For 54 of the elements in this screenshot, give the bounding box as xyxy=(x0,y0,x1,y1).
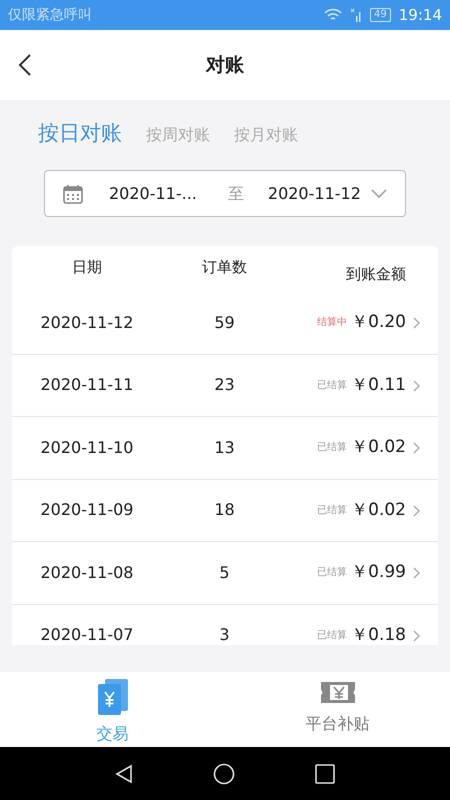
calendar-icon xyxy=(63,184,83,204)
amount: ￥0.99 xyxy=(351,561,406,584)
table-row[interactable]: 2020-11-12 59 结算中 ￥0.20 xyxy=(12,292,438,354)
table-row[interactable]: 2020-11-11 23 已结算 ￥0.11 xyxy=(12,354,438,417)
order-count: 13 xyxy=(214,438,235,457)
home-nav-icon[interactable] xyxy=(213,762,235,784)
date-cell: 2020-11-07 xyxy=(40,625,134,644)
date-cell: 2020-11-08 xyxy=(40,562,134,582)
table-row[interactable]: 2020-11-07 3 已结算 ￥0.18 xyxy=(12,604,438,645)
recents-nav-icon[interactable] xyxy=(315,764,335,784)
chevron-right-icon xyxy=(413,567,420,579)
order-count: 18 xyxy=(214,500,235,520)
order-count: 59 xyxy=(214,312,235,332)
date-range-field[interactable]: 2020-11-... 至 2020-11-12 xyxy=(44,170,406,217)
clock-time: 19:14 xyxy=(398,4,442,26)
column-header: 订单数 xyxy=(202,258,247,276)
date-cell: 2020-11-09 xyxy=(40,500,134,520)
order-count: 5 xyxy=(219,562,230,582)
amount: ￥0.02 xyxy=(351,436,406,459)
chevron-right-icon xyxy=(413,442,420,454)
page-title: 对账 xyxy=(206,54,244,76)
table-row[interactable]: 2020-11-08 5 已结算 ￥0.99 xyxy=(12,542,438,604)
settlement-status: 结算中 xyxy=(317,316,348,330)
battery-level: 49 xyxy=(370,8,391,22)
order-count: 3 xyxy=(219,625,230,644)
table-row[interactable]: 2020-11-09 18 已结算 ￥0.02 xyxy=(12,480,438,542)
chevron-right-icon xyxy=(413,504,420,516)
amount: ￥0.02 xyxy=(351,498,406,522)
chevron-down-icon xyxy=(371,188,387,198)
column-header: 日期 xyxy=(72,258,102,276)
amount: ￥0.20 xyxy=(351,311,406,334)
chevron-right-icon xyxy=(413,317,420,329)
back-button[interactable] xyxy=(18,52,32,77)
date-cell: 2020-11-10 xyxy=(40,438,134,457)
column-header: 到账金额 xyxy=(346,264,406,285)
settlement-status: 已结算 xyxy=(317,504,348,518)
amount: ￥0.18 xyxy=(351,624,406,645)
carrier-text: 仅限紧急呼叫 xyxy=(8,6,92,24)
settlement-status: 已结算 xyxy=(317,628,348,643)
settlement-status: 已结算 xyxy=(317,566,348,580)
signal-icon xyxy=(350,8,362,22)
yen-cards-icon xyxy=(96,678,128,716)
settlement-status: 已结算 xyxy=(317,440,348,456)
wifi-icon xyxy=(324,8,342,22)
date-cell: 2020-11-11 xyxy=(40,375,134,394)
back-nav-icon[interactable] xyxy=(115,764,133,784)
chevron-right-icon xyxy=(413,630,420,642)
settlement-status: 已结算 xyxy=(317,378,348,393)
amount: ￥0.11 xyxy=(351,374,406,396)
table-row[interactable]: 2020-11-10 13 已结算 ￥0.02 xyxy=(12,417,438,480)
nav-tab[interactable]: 平台补贴 xyxy=(225,672,450,747)
chevron-right-icon xyxy=(413,380,420,392)
order-count: 23 xyxy=(214,375,235,394)
date-cell: 2020-11-12 xyxy=(40,312,134,332)
